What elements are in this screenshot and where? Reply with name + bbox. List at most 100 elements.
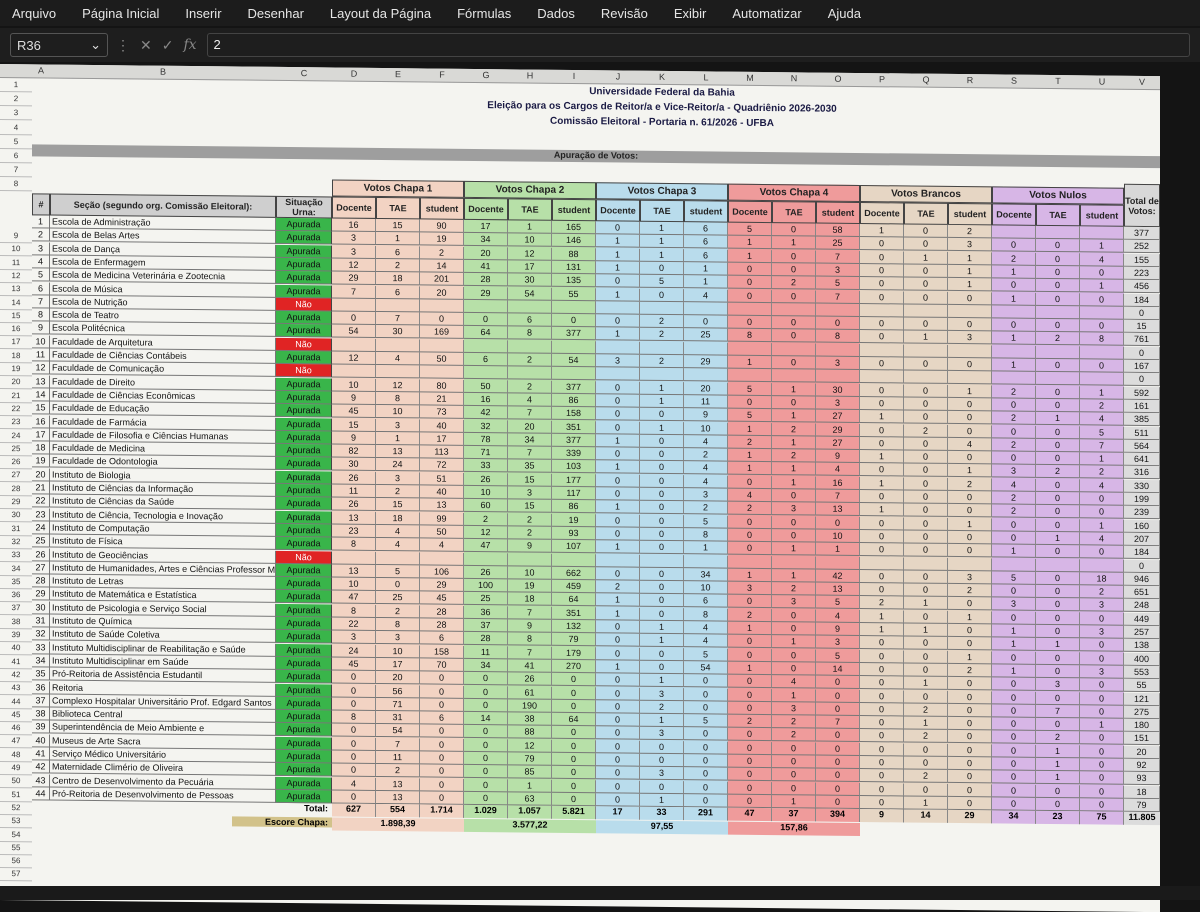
row-header-20[interactable]: 20 [0,375,32,389]
total-cell[interactable]: 316 [1124,466,1160,479]
vote-cell[interactable]: 1 [728,662,772,675]
vote-cell[interactable]: 15 [376,219,420,232]
vote-cell[interactable]: 0 [552,766,596,779]
vote-cell[interactable]: 459 [552,580,596,593]
vote-cell[interactable]: 0 [992,279,1036,292]
status-badge[interactable]: Apurada [276,537,332,551]
vote-cell[interactable]: 20 [508,420,552,433]
vote-cell[interactable]: 1 [596,248,640,261]
vote-cell[interactable]: 1 [640,421,684,434]
vote-cell[interactable]: 0 [860,237,904,250]
vote-cell[interactable]: 1 [992,265,1036,278]
vote-cell[interactable]: 8 [1080,333,1124,346]
vote-cell[interactable]: 0 [596,740,640,753]
vote-cell[interactable]: 0 [860,769,904,782]
row-header-2[interactable]: 2 [0,92,32,106]
vote-cell[interactable]: 0 [948,757,992,770]
vote-cell[interactable]: 0 [772,516,816,529]
vote-cell[interactable]: 5 [640,275,684,288]
vote-cell[interactable] [420,366,464,379]
vote-cell[interactable]: 18 [376,512,420,525]
row-header-39[interactable]: 39 [0,628,32,642]
row-header-17[interactable]: 17 [0,335,32,349]
vote-cell[interactable]: 30 [508,274,552,287]
total-cell[interactable]: 79 [1124,799,1160,812]
vote-cell[interactable]: 0 [948,291,992,304]
vote-cell[interactable]: 1 [640,222,684,235]
vote-cell[interactable]: 1 [904,717,948,730]
vote-cell[interactable] [772,343,816,356]
vote-cell[interactable] [992,558,1036,571]
vote-cell[interactable]: 4 [1080,253,1124,266]
vote-cell[interactable]: 0 [640,474,684,487]
vote-cell[interactable]: 3 [640,767,684,780]
vote-cell[interactable]: 0 [596,673,640,686]
row-number[interactable]: 30 [32,601,50,614]
row-header-46[interactable]: 46 [0,721,32,735]
vote-cell[interactable]: 0 [332,697,376,710]
row-number[interactable]: 35 [32,668,50,681]
row-header-55[interactable]: 55 [0,841,32,855]
status-badge[interactable]: Apurada [276,351,332,365]
vote-cell[interactable]: 28 [464,273,508,286]
row-number[interactable]: 12 [32,362,50,375]
vote-cell[interactable]: 1 [772,476,816,489]
vote-cell[interactable]: 88 [508,726,552,739]
vote-cell[interactable] [904,344,948,357]
vote-cell[interactable]: 2 [1036,332,1080,345]
vote-cell[interactable]: 0 [640,514,684,527]
vote-cell[interactable]: 0 [904,570,948,583]
vote-cell[interactable]: 103 [552,460,596,473]
vote-cell[interactable]: 0 [684,781,728,794]
column-header-Q[interactable]: Q [904,74,948,84]
vote-cell[interactable]: 0 [904,451,948,464]
vote-cell[interactable]: 0 [860,583,904,596]
vote-cell[interactable]: 0 [1036,452,1080,465]
total-value[interactable]: 627 [332,804,376,817]
vote-cell[interactable]: 22 [332,617,376,630]
vote-cell[interactable]: 3 [728,582,772,595]
vote-cell[interactable]: 27 [816,410,860,423]
vote-cell[interactable]: 10 [684,422,728,435]
vote-cell[interactable] [904,371,948,384]
vote-cell[interactable]: 3 [816,636,860,649]
vote-cell[interactable]: 0 [904,690,948,703]
menu-item-8[interactable]: Exibir [674,6,707,21]
row-number[interactable]: 11 [32,348,50,361]
vote-cell[interactable] [992,305,1036,318]
row-header-4[interactable]: 4 [0,121,32,135]
row-header-27[interactable]: 27 [0,468,32,482]
vote-cell[interactable]: 0 [1080,506,1124,519]
vote-cell[interactable]: 0 [332,671,376,684]
vote-cell[interactable]: 36 [464,606,508,619]
vote-cell[interactable]: 29 [420,578,464,591]
vote-cell[interactable] [728,342,772,355]
vote-cell[interactable]: 86 [552,500,596,513]
vote-cell[interactable]: 1 [816,543,860,556]
column-header-P[interactable]: P [860,74,904,84]
vote-cell[interactable]: 377 [552,327,596,340]
vote-cell[interactable] [552,340,596,353]
status-badge[interactable]: Apurada [276,643,332,657]
vote-cell[interactable]: 0 [464,685,508,698]
vote-cell[interactable]: 24 [332,644,376,657]
vote-cell[interactable]: 2 [508,353,552,366]
status-badge[interactable]: Apurada [276,524,332,538]
total-cell[interactable]: 0 [1124,307,1160,320]
column-header-M[interactable]: M [728,73,772,83]
vote-cell[interactable]: 0 [332,684,376,697]
vote-cell[interactable]: 15 [332,418,376,431]
vote-cell[interactable]: 190 [508,699,552,712]
vote-cell[interactable]: 5 [728,382,772,395]
row-number[interactable]: 33 [32,641,50,654]
status-badge[interactable]: Apurada [276,284,332,298]
vote-cell[interactable]: 10 [508,234,552,247]
total-cell[interactable]: 151 [1124,732,1160,745]
vote-cell[interactable]: 0 [332,764,376,777]
vote-cell[interactable]: 17 [464,220,508,233]
vote-cell[interactable]: 0 [596,634,640,647]
vote-cell[interactable] [640,368,684,381]
total-cell[interactable]: 0 [1124,373,1160,386]
vote-cell[interactable]: 0 [552,753,596,766]
vote-cell[interactable]: 9 [816,623,860,636]
